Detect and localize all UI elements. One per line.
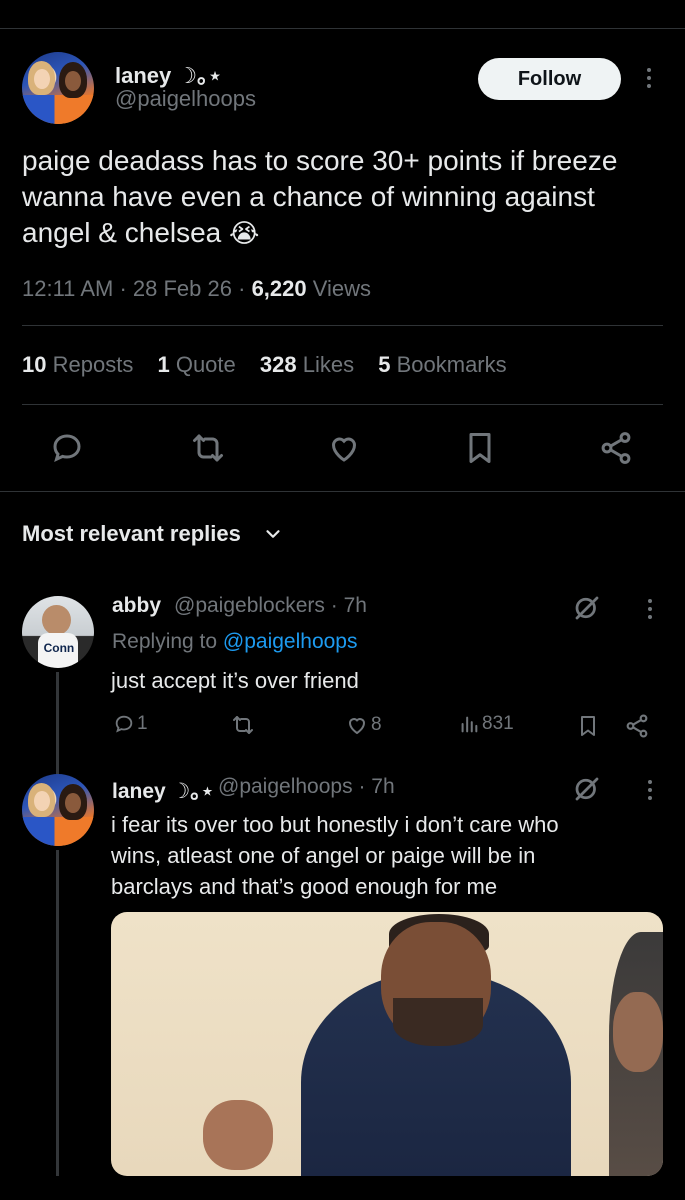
reply-author-handle[interactable]: @paigeblockers · 7h xyxy=(174,594,367,618)
engagement-stats: 10 Reposts 1 Quote 328 Likes 5 Bookmarks xyxy=(22,352,525,378)
reposts-stat[interactable]: 10 Reposts xyxy=(22,352,133,377)
replying-to: Replying to @paigelhoops xyxy=(112,630,358,653)
tweet-body: paige deadass has to score 30+ points if… xyxy=(22,145,618,248)
reply2-text: i fear its over too but honestly i don’t… xyxy=(111,809,656,902)
reply2-text-line: barclays and that’s good enough for me xyxy=(111,874,498,899)
repost-icon[interactable] xyxy=(190,430,226,466)
bookmark-icon[interactable] xyxy=(462,430,498,466)
reply2-author-name[interactable]: laney ☽｡⋆ xyxy=(112,775,214,805)
meta-divider xyxy=(22,325,663,326)
tweet-text: paige deadass has to score 30+ points if… xyxy=(22,143,662,251)
meta-separator: · xyxy=(238,276,252,301)
bottom-edge xyxy=(0,1176,685,1200)
reply2-author-handle[interactable]: @paigelhoops · 7h xyxy=(218,775,395,799)
tweet-action-bar xyxy=(0,430,685,474)
likes-stat[interactable]: 328 Likes xyxy=(260,352,354,377)
reply-reply-action[interactable]: 1 xyxy=(113,713,148,739)
tweet-meta: 12:11 AM · 28 Feb 26 · 6,220 Views xyxy=(22,276,371,302)
author-avatar[interactable] xyxy=(22,52,94,124)
more-options-icon[interactable] xyxy=(646,68,652,92)
reply2-text-line: wins, atleast one of angel or paige will… xyxy=(111,843,536,868)
reply-like-action[interactable]: 8 xyxy=(345,713,382,739)
quotes-stat[interactable]: 1 Quote xyxy=(157,352,235,377)
reply-more-icon[interactable] xyxy=(647,599,653,623)
views-count: 6,220 xyxy=(251,276,307,301)
reply2-media-image[interactable] xyxy=(111,912,663,1176)
views-label: Views xyxy=(312,276,372,301)
replying-to-handle[interactable]: @paigelhoops xyxy=(223,630,358,653)
reply-views-action[interactable]: 831 xyxy=(458,713,514,739)
meta-separator: · xyxy=(119,276,133,301)
grok-icon[interactable] xyxy=(572,774,602,804)
reply-icon[interactable] xyxy=(49,430,85,466)
reply-share-icon[interactable] xyxy=(624,713,650,739)
reply2-avatar[interactable] xyxy=(22,774,94,846)
thread-line xyxy=(56,672,59,776)
bookmarks-stat[interactable]: 5 Bookmarks xyxy=(378,352,506,377)
top-divider xyxy=(0,28,685,29)
replies-sort-label[interactable]: Most relevant replies xyxy=(22,521,241,547)
reply-text: just accept it’s over friend xyxy=(111,668,359,693)
reply2-time: · 7h xyxy=(358,775,395,798)
follow-button[interactable]: Follow xyxy=(478,58,621,100)
reply2-more-icon[interactable] xyxy=(647,780,653,804)
reply-time: · 7h xyxy=(330,594,367,617)
author-handle[interactable]: @paigelhoops xyxy=(115,86,256,112)
section-divider xyxy=(0,491,685,492)
reply-avatar[interactable]: Conn xyxy=(22,596,94,668)
reply-bookmark-icon[interactable] xyxy=(576,713,600,739)
tweet-date[interactable]: 28 Feb 26 xyxy=(133,276,232,301)
reply-author-name[interactable]: abby xyxy=(112,594,161,618)
share-icon[interactable] xyxy=(598,430,634,466)
grok-icon[interactable] xyxy=(572,593,602,623)
chevron-down-icon[interactable] xyxy=(262,523,284,545)
tweet-detail-page: laney ☽｡⋆ @paigelhoops Follow paige dead… xyxy=(0,0,685,1200)
crying-emoji: 😭 xyxy=(229,218,260,248)
thread-line xyxy=(56,850,59,1176)
reply-repost-icon[interactable] xyxy=(230,713,256,739)
reply2-text-line: i fear its over too but honestly i don’t… xyxy=(111,812,559,837)
stats-divider xyxy=(22,404,663,405)
like-icon[interactable] xyxy=(326,430,362,466)
tweet-time[interactable]: 12:11 AM xyxy=(22,276,113,301)
